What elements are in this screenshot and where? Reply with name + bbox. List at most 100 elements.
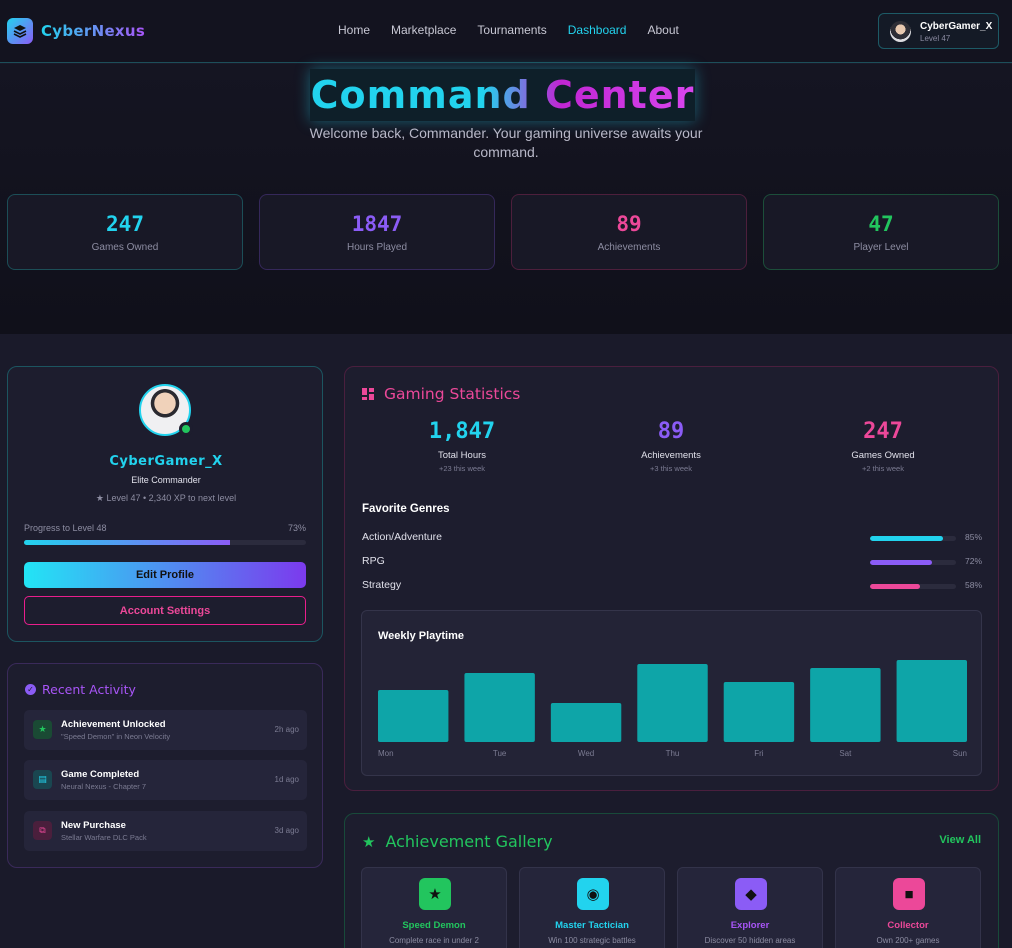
achievement-desc: Discover 50 hidden areas: [704, 936, 796, 945]
stat-value: 1847: [351, 212, 403, 236]
weekly-playtime-chart: Weekly Playtime Mon Tue Wed Thu Fri Sat Sun: [361, 610, 982, 776]
recent-activity-header: ✓ Recent Activity: [25, 682, 136, 697]
achievement-gallery-panel: ★ Achievement Gallery View All ★ Speed D…: [344, 813, 999, 948]
progress-label: Progress to Level 48: [24, 523, 107, 533]
stat-label: Hours Played: [346, 242, 408, 253]
star-icon: ★: [33, 720, 52, 739]
stat-label: Games Owned: [91, 242, 159, 253]
genre-bar: [870, 536, 956, 541]
user-name: CyberGamer_X: [920, 21, 993, 32]
stat-value: 89: [657, 419, 685, 444]
star-icon: ★: [362, 833, 376, 851]
stat-card-achievements: 89 Achievements: [511, 194, 747, 270]
x-tick-label: Sun: [953, 749, 967, 758]
activity-item[interactable]: ★ Achievement Unlocked "Speed Demon" in …: [24, 710, 307, 750]
nav-link-about[interactable]: About: [647, 23, 678, 37]
stat-games-owned: 247 Games Owned +2 this week: [783, 419, 983, 473]
nav-link-marketplace[interactable]: Marketplace: [391, 23, 456, 37]
gaming-statistics-header: Gaming Statistics: [362, 385, 520, 403]
stat-label: Achievements: [597, 242, 661, 253]
hero-section: Command Center Welcome back, Commander. …: [0, 64, 1012, 334]
profile-level-text: Level 47 • 2,340 XP to next level: [106, 493, 237, 503]
profile-card: CyberGamer_X Elite Commander ★ Level 47 …: [7, 366, 323, 642]
nav-link-dashboard[interactable]: Dashboard: [568, 23, 627, 37]
activity-time: 1d ago: [274, 775, 299, 784]
genre-bar-fill: [870, 584, 920, 589]
genre-percent: 58%: [964, 580, 982, 590]
page-subtitle: Welcome back, Commander. Your gaming uni…: [309, 125, 703, 160]
star-icon: ★: [419, 878, 451, 910]
layers-icon[interactable]: [7, 18, 33, 44]
genre-bar: [870, 560, 956, 565]
nav-link-tournaments[interactable]: Tournaments: [477, 23, 546, 37]
stat-delta: +3 this week: [650, 464, 692, 473]
page-title-text: Command Center: [310, 73, 695, 117]
x-tick-label: Wed: [578, 749, 594, 758]
genre-bar: [870, 584, 956, 589]
activity-title: Achievement Unlocked: [61, 719, 166, 730]
activity-item[interactable]: ▤ Game Completed Neural Nexus - Chapter …: [24, 760, 307, 800]
brand-logo-text[interactable]: CyberNexus: [41, 22, 145, 40]
profile-rank: Elite Commander: [131, 475, 201, 485]
compass-icon: ◉: [577, 878, 609, 910]
account-settings-button[interactable]: Account Settings: [24, 596, 306, 625]
profile-name: CyberGamer_X: [109, 454, 223, 469]
bar-wed: [550, 703, 622, 742]
bar-thu: [637, 664, 708, 742]
box-icon: ■: [893, 878, 925, 910]
genre-bar-fill: [870, 536, 944, 541]
genre-row: RPG 72%: [362, 555, 982, 569]
bar-tue: [464, 673, 535, 742]
achievement-desc: Win 100 strategic battles: [548, 936, 636, 945]
online-status-icon: [179, 422, 193, 436]
activity-title: New Purchase: [61, 820, 126, 831]
check-circle-icon: ✓: [25, 684, 36, 695]
stat-value: 89: [616, 212, 642, 236]
profile-level-line: ★ Level 47 • 2,340 XP to next level: [8, 493, 324, 504]
progress-percent: 73%: [287, 523, 306, 533]
x-tick-label: Mon: [378, 749, 394, 758]
genre-bar-fill: [870, 560, 932, 565]
achievement-name: Collector: [887, 920, 929, 931]
recent-activity-title: Recent Activity: [42, 682, 136, 697]
x-tick-label: Fri: [754, 749, 764, 758]
top-navbar: CyberNexus Home Marketplace Tournaments …: [0, 0, 1012, 63]
page-title: Command Center: [310, 69, 695, 121]
bar-mon: [378, 690, 449, 742]
activity-item[interactable]: ⧉ New Purchase Stellar Warfare DLC Pack …: [24, 811, 307, 851]
dashboard-icon: [362, 388, 374, 400]
stat-value: 1,847: [428, 419, 496, 444]
view-all-link[interactable]: View All: [939, 834, 981, 846]
stat-achievements: 89 Achievements +3 this week: [571, 419, 771, 473]
achievement-name: Explorer: [730, 920, 770, 931]
favorite-genres-title: Favorite Genres: [362, 503, 450, 515]
avatar: [890, 21, 911, 42]
activity-desc: Neural Nexus - Chapter 7: [61, 782, 147, 791]
stat-label: Games Owned: [851, 450, 915, 461]
stat-value: 247: [106, 212, 144, 236]
edit-profile-button[interactable]: Edit Profile: [24, 562, 306, 588]
achievement-card[interactable]: ★ Speed Demon Complete race in under 2: [361, 867, 507, 948]
genre-row: Action/Adventure 85%: [362, 531, 982, 545]
profile-avatar: [139, 384, 193, 436]
genre-row: Strategy 58%: [362, 579, 982, 593]
map-icon: ◆: [735, 878, 767, 910]
achievement-gallery-title: Achievement Gallery: [385, 832, 553, 851]
achievement-card[interactable]: ◉ Master Tactician Win 100 strategic bat…: [519, 867, 665, 948]
activity-time: 3d ago: [274, 826, 299, 835]
x-tick-label: Tue: [493, 749, 507, 758]
stat-value: 247: [863, 419, 903, 444]
achievement-card[interactable]: ■ Collector Own 200+ games: [835, 867, 981, 948]
nav-links: Home Marketplace Tournaments Dashboard A…: [338, 23, 679, 37]
gaming-statistics-title: Gaming Statistics: [384, 385, 521, 403]
achievement-card[interactable]: ◆ Explorer Discover 50 hidden areas: [677, 867, 823, 948]
gaming-statistics-panel: Gaming Statistics 1,847 Total Hours +23 …: [344, 366, 999, 791]
stat-delta: +2 this week: [862, 464, 904, 473]
nav-link-home[interactable]: Home: [338, 23, 370, 37]
user-level: Level 47: [920, 34, 951, 43]
stat-card-player-level: 47 Player Level: [763, 194, 999, 270]
user-menu[interactable]: CyberGamer_X Level 47: [878, 13, 999, 49]
achievement-desc: Own 200+ games: [876, 936, 940, 945]
genre-percent: 85%: [964, 532, 982, 542]
x-tick-label: Thu: [666, 749, 680, 758]
